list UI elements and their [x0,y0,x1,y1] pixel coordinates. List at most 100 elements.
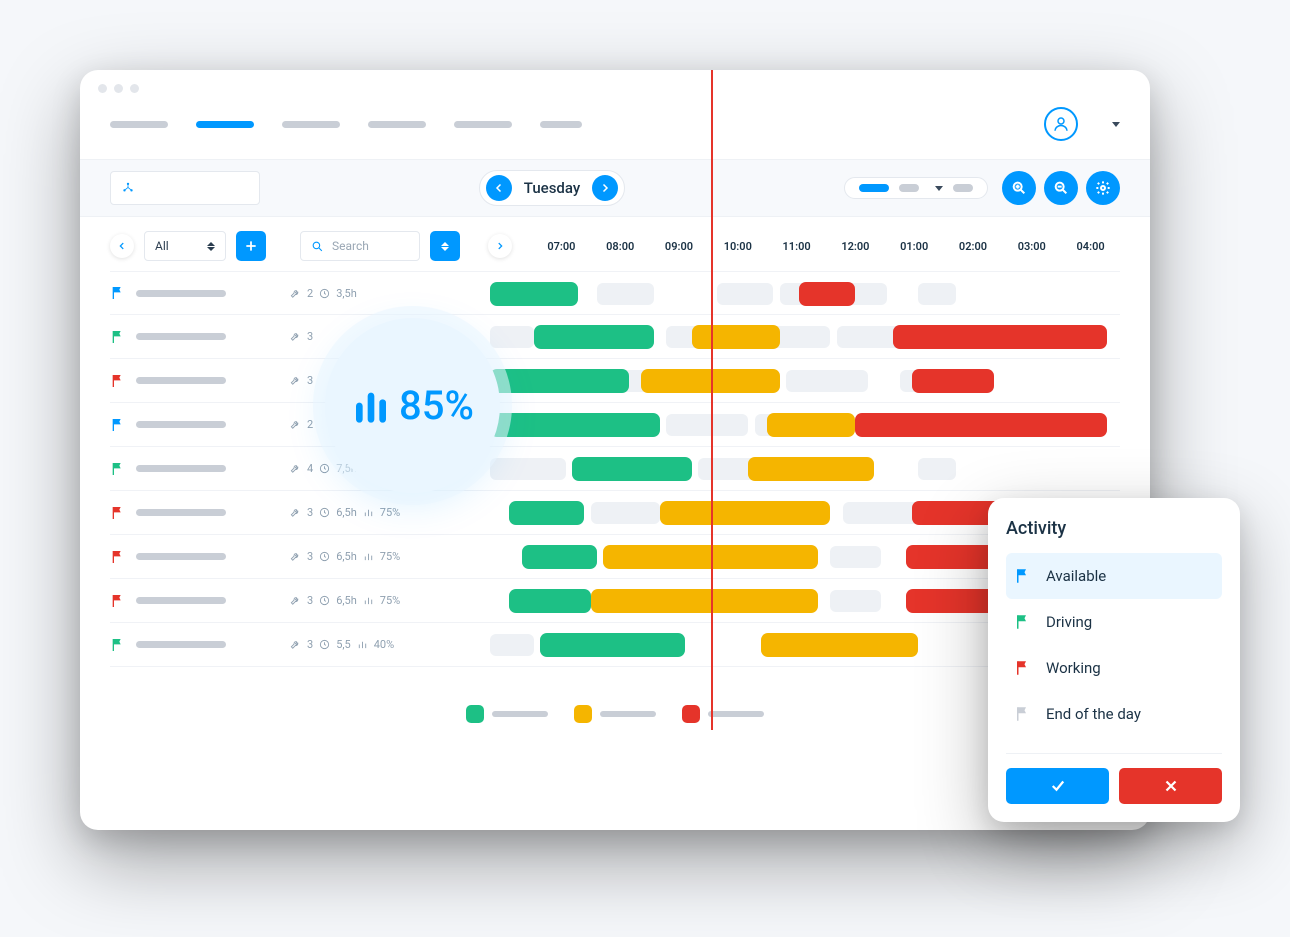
gantt-row[interactable]: 47,5h85% [110,447,1120,491]
activity-bar[interactable] [912,369,994,393]
activity-bar[interactable] [767,413,855,437]
next-day-button[interactable] [592,175,618,201]
view-mode-option[interactable] [859,184,889,192]
resource-name [136,509,226,516]
activity-bar[interactable] [591,589,818,613]
check-icon [1049,777,1067,795]
activity-option-label: End of the day [1046,705,1141,723]
slot-placeholder [830,546,880,568]
activity-bar[interactable] [490,369,629,393]
time-tick: 11:00 [767,240,826,253]
chevron-right-icon [495,241,505,251]
scroll-left-button[interactable] [110,234,134,258]
activity-option-label: Driving [1046,613,1092,631]
time-tick: 12:00 [826,240,885,253]
toolbar: Tuesday [80,159,1150,217]
activity-bar[interactable] [509,501,585,525]
activity-option[interactable]: Working [1006,645,1222,691]
activity-bar[interactable] [603,545,817,569]
gantt-row[interactable]: 36,5h75% [110,579,1120,623]
activity-option-label: Working [1046,659,1101,677]
add-resource-button[interactable] [236,231,266,261]
zoom-out-button[interactable] [1044,171,1078,205]
activity-bar[interactable] [893,325,1107,349]
resource-name [136,377,226,384]
resource-name [136,421,226,428]
flag-icon [110,461,126,477]
nav-tab[interactable] [196,121,254,128]
activity-option[interactable]: Available [1006,553,1222,599]
activity-bar[interactable] [490,282,578,306]
time-tick: 07:00 [532,240,591,253]
activity-bar[interactable] [641,369,780,393]
activity-option[interactable]: End of the day [1006,691,1222,737]
gear-icon [1095,180,1111,196]
utilization-badge: 85% [325,318,500,493]
activity-bar[interactable] [490,413,660,437]
flag-icon [1014,567,1032,585]
nav-tab[interactable] [110,121,168,128]
flag-icon [1014,613,1032,631]
row-bars [490,272,1120,314]
row-stats: 35,540% [290,638,490,651]
max-dot[interactable] [130,84,139,93]
activity-bar[interactable] [761,633,919,657]
activity-bar[interactable] [692,325,780,349]
gantt-row[interactable]: 2 [110,403,1120,447]
scroll-right-button[interactable] [488,234,512,258]
cancel-button[interactable] [1119,768,1222,804]
view-mode-option[interactable] [953,184,973,192]
activity-bar[interactable] [572,457,692,481]
legend-item [574,705,656,723]
legend-label [492,711,548,717]
sort-icon [207,242,215,251]
activity-option-label: Available [1046,567,1106,585]
nav-tab[interactable] [454,121,512,128]
activity-bar[interactable] [534,325,654,349]
gantt-row[interactable]: 36,5h75% [110,535,1120,579]
gantt-row[interactable]: 36,5h75% [110,491,1120,535]
org-selector[interactable] [110,171,260,205]
row-left [110,329,290,345]
gantt-row[interactable]: 23,5h [110,271,1120,315]
flag-icon [110,285,126,301]
activity-bar[interactable] [509,589,591,613]
confirm-button[interactable] [1006,768,1109,804]
activity-bar[interactable] [522,545,598,569]
view-mode-selector[interactable] [844,177,988,199]
activity-bar[interactable] [660,501,830,525]
settings-button[interactable] [1086,171,1120,205]
resource-filter[interactable]: All [144,231,226,261]
activity-bar[interactable] [748,457,874,481]
nav-tab[interactable] [368,121,426,128]
view-mode-option[interactable] [899,184,919,192]
row-bars [490,315,1120,358]
sort-button[interactable] [430,231,460,261]
nav-tab[interactable] [540,121,582,128]
plus-icon [244,239,258,253]
activity-bar[interactable] [799,282,856,306]
slot-placeholder [597,283,654,305]
filter-label: All [155,239,169,253]
flag-icon [110,549,126,565]
org-icon [121,181,135,195]
zoom-out-icon [1053,180,1069,196]
row-stats: 36,5h75% [290,550,490,563]
time-tick: 02:00 [944,240,1003,253]
gantt-row[interactable]: 35,540% [110,623,1120,667]
close-dot[interactable] [98,84,107,93]
zoom-in-button[interactable] [1002,171,1036,205]
row-bars [490,447,1120,490]
activity-bar[interactable] [855,413,1107,437]
activity-bar[interactable] [540,633,685,657]
activity-option[interactable]: Driving [1006,599,1222,645]
search-input[interactable]: Search [300,231,420,261]
user-avatar[interactable] [1044,107,1078,141]
prev-day-button[interactable] [486,175,512,201]
activity-popup: Activity AvailableDrivingWorkingEnd of t… [988,498,1240,822]
gantt-row[interactable]: 3 [110,359,1120,403]
time-tick: 09:00 [650,240,709,253]
gantt-row[interactable]: 3 [110,315,1120,359]
nav-tab[interactable] [282,121,340,128]
min-dot[interactable] [114,84,123,93]
